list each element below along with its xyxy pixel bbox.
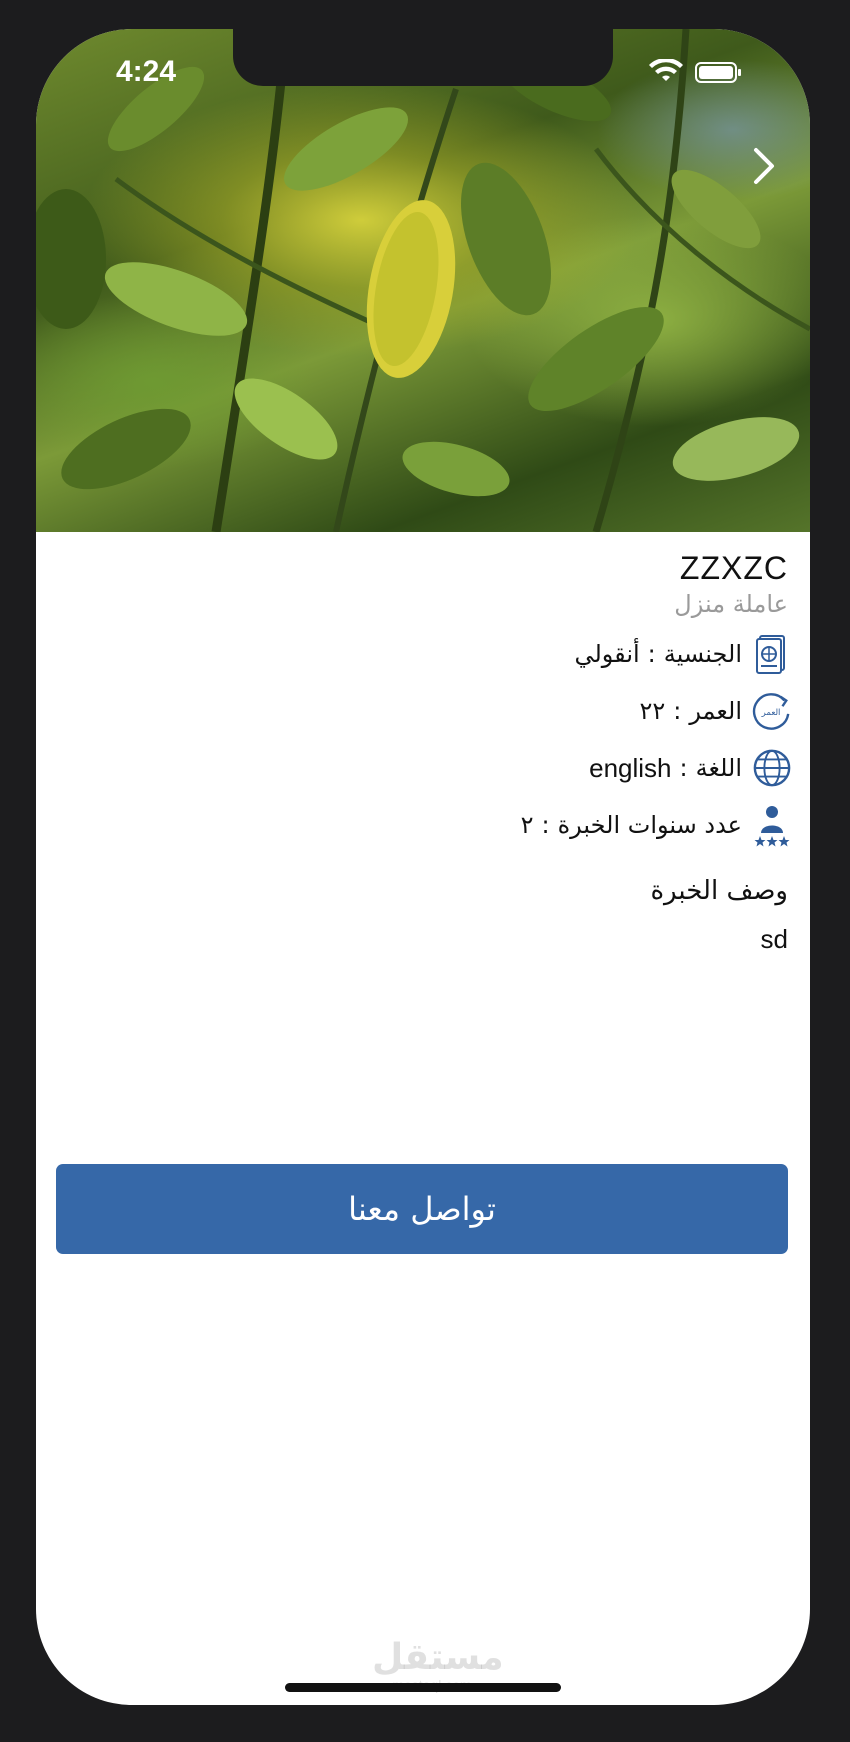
age-icon-text: العمر xyxy=(761,708,781,718)
experience-description-text: sd xyxy=(760,924,788,954)
language-row: اللغة : english xyxy=(589,746,792,790)
wifi-icon xyxy=(649,57,683,81)
hero-image xyxy=(36,29,810,532)
nationality-label: الجنسية xyxy=(663,640,742,668)
worker-name: ZZXZC xyxy=(679,550,788,586)
experience-years-row: عدد سنوات الخبرة : ٢ xyxy=(521,803,792,847)
chevron-right-icon[interactable] xyxy=(746,144,782,188)
battery-icon xyxy=(695,62,741,83)
nationality-row: الجنسية : أنقولي xyxy=(574,632,792,676)
language-value: english xyxy=(589,752,672,783)
worker-role: عاملة منزل xyxy=(674,590,788,618)
language-separator: : xyxy=(679,754,688,782)
nationality-separator: : xyxy=(647,640,656,668)
experience-icon xyxy=(752,805,792,847)
experience-years-label: عدد سنوات الخبرة xyxy=(557,811,742,839)
status-icons xyxy=(646,57,756,85)
experience-description-title: وصف الخبرة xyxy=(650,876,788,906)
age-label: العمر xyxy=(689,697,742,725)
age-value: ٢٢ xyxy=(639,697,666,725)
contact-us-button[interactable]: تواصل معنا xyxy=(56,1164,788,1254)
watermark-arabic: مستقل xyxy=(372,1637,504,1678)
experience-years-separator: : xyxy=(541,811,550,839)
age-row: العمر العمر : ٢٢ xyxy=(639,689,792,733)
language-label: اللغة xyxy=(695,754,742,782)
screen: 4:24 ZZXZC عاملة منزل الجنسية: أنقولي ا… xyxy=(36,29,810,1705)
passport-icon xyxy=(752,634,792,674)
leaf-illustration xyxy=(36,29,810,532)
age-separator: : xyxy=(673,697,682,725)
age-icon: العمر xyxy=(752,691,792,731)
experience-years-value: ٢ xyxy=(520,811,534,839)
home-indicator[interactable] xyxy=(285,1683,561,1692)
phone-frame: 4:24 ZZXZC عاملة منزل الجنسية: أنقولي ا… xyxy=(0,0,850,1742)
status-time: 4:24 xyxy=(116,55,177,88)
globe-icon xyxy=(752,748,792,788)
nationality-value: أنقولي xyxy=(574,640,640,668)
notch xyxy=(233,29,613,86)
